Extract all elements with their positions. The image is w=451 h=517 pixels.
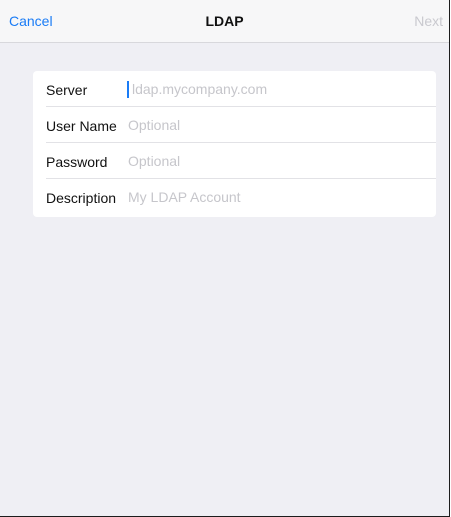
server-row[interactable]: Server: [33, 71, 436, 107]
user-name-input[interactable]: [128, 113, 428, 137]
text-cursor: [127, 81, 129, 98]
password-input[interactable]: [128, 149, 428, 173]
password-label: Password: [46, 154, 108, 170]
page-title: LDAP: [205, 13, 244, 29]
description-row[interactable]: Description: [33, 179, 436, 215]
user-name-label: User Name: [46, 118, 117, 134]
user-name-row[interactable]: User Name: [33, 107, 436, 143]
password-row[interactable]: Password: [33, 143, 436, 179]
server-label: Server: [46, 82, 88, 98]
server-input[interactable]: [128, 77, 432, 101]
ldap-settings-screen: Cancel LDAP Next Server User Name Passwo…: [0, 0, 450, 517]
next-button[interactable]: Next: [414, 13, 443, 29]
navigation-bar: Cancel LDAP Next: [0, 0, 449, 43]
description-label: Description: [46, 190, 117, 206]
description-input[interactable]: [128, 185, 428, 209]
ldap-form: Server User Name Password Description: [33, 71, 436, 217]
